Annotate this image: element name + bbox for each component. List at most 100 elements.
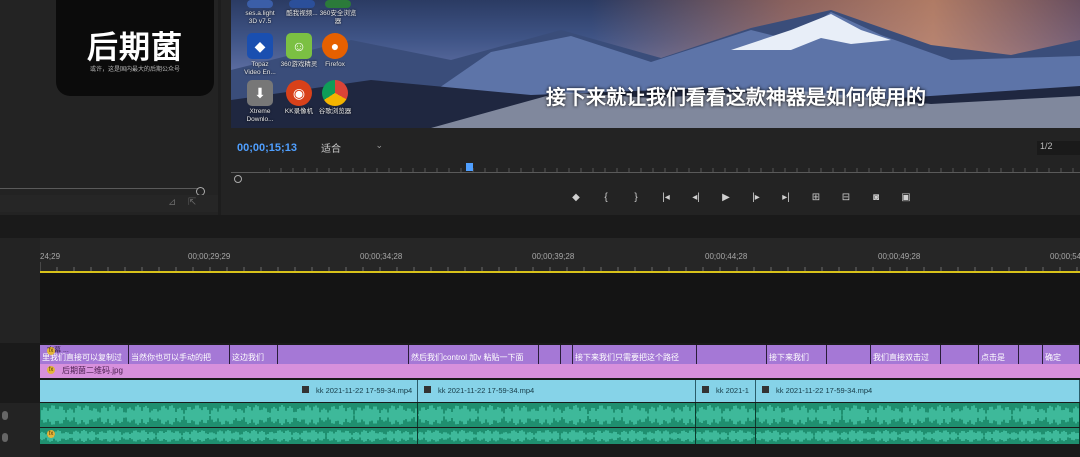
ruler-tick-label: 00;00;54;2 — [1050, 252, 1080, 261]
subtitle-clip[interactable]: 然后我们control 加v 粘贴一下面 — [409, 345, 539, 364]
desktop-icon-chrome[interactable]: 谷歌浏览器 — [308, 80, 362, 116]
step-forward-button[interactable]: |▸ — [741, 190, 771, 206]
audio-waveform — [696, 430, 755, 442]
image-track[interactable] — [40, 364, 1080, 378]
subtitle-track[interactable]: 里我们直接可以复制过 当然你也可以手动的把 这边我们 然后我们control 加v 粘… — [40, 345, 1080, 364]
audio-waveform — [40, 430, 417, 442]
video-clip-name: kk 2021-1 — [716, 386, 749, 395]
subtitle-clip[interactable] — [278, 345, 409, 364]
empty-video-tracks[interactable] — [40, 273, 1080, 343]
program-video-frame[interactable]: ses.a.light 3D v7.5 酷我视频... 360安全浏览 器 ◆ … — [231, 0, 1080, 128]
audio-clip[interactable] — [418, 428, 696, 444]
subtitle-clip-text: 接下来我们 — [769, 353, 809, 362]
zoom-fit-select[interactable]: 适合 ⌄ — [321, 140, 385, 155]
mark-out-button[interactable]: } — [621, 190, 651, 206]
ruler-tick-label: 00;00;44;28 — [705, 252, 748, 261]
clip-thumbnail-icon — [762, 386, 769, 393]
source-settings-icon[interactable]: ⊿ — [168, 197, 176, 208]
subtitle-clip[interactable]: 接下来我们 — [767, 345, 827, 364]
subtitle-clip[interactable]: 点击是 — [979, 345, 1019, 364]
audio-clip[interactable] — [40, 428, 418, 444]
subtitle-clip[interactable] — [827, 345, 871, 364]
ruler-tick-label: 00;00;39;28 — [532, 252, 575, 261]
subtitle-clip[interactable] — [697, 345, 767, 364]
subtitle-clip-text: 这边我们 — [232, 353, 264, 362]
audio-clip[interactable] — [696, 428, 756, 444]
track-header-column — [0, 238, 40, 343]
audio-clip[interactable] — [418, 403, 696, 427]
audio-clip[interactable] — [40, 403, 418, 427]
monitor-playhead[interactable] — [466, 163, 473, 171]
video-clip[interactable]: kk 2021-11-22 17-59-34.mp4 — [40, 380, 418, 402]
monitor-time-ruler[interactable] — [269, 160, 1080, 172]
subtitle-clip[interactable] — [1019, 345, 1043, 364]
video-clip[interactable]: kk 2021-11-22 17-59-34.mp4 — [756, 380, 1080, 402]
source-zoom-track[interactable] — [0, 188, 204, 189]
subtitle-clip[interactable] — [561, 345, 573, 364]
monitor-zoom-handle[interactable] — [234, 175, 242, 183]
add-marker-button[interactable]: ◆ — [561, 190, 591, 206]
extract-button[interactable]: ⊟ — [831, 190, 861, 206]
video-clip[interactable]: kk 2021-11-22 17-59-34.mp4 — [418, 380, 696, 402]
monitor-ruler-baseline — [231, 172, 1080, 173]
audio-clip[interactable] — [696, 403, 756, 427]
image-clip-label: 后期菌二维码.jpg — [62, 366, 123, 375]
subtitle-clip[interactable]: 这边我们 — [230, 345, 278, 364]
subtitle-clip[interactable]: 接下来我们只需要把这个路径 — [573, 345, 697, 364]
ruler-tick-label: 00;00;34;28 — [360, 252, 403, 261]
desktop-icon-label: 360安全浏览 器 — [319, 10, 357, 25]
clip-thumbnail-icon — [302, 386, 309, 393]
chrome-icon — [322, 80, 348, 106]
subtitle-clip[interactable] — [941, 345, 979, 364]
microphone-icon[interactable] — [2, 411, 8, 420]
video-clip-name: kk 2021-11-22 17-59-34.mp4 — [438, 386, 535, 395]
source-export-icon[interactable]: ⇱ — [188, 197, 196, 208]
audio-waveform — [756, 430, 1079, 442]
audio-clip[interactable] — [756, 403, 1080, 427]
subtitle-clip[interactable]: 我们直接双击过 — [871, 345, 941, 364]
app-icon — [247, 0, 273, 8]
subtitle-clip[interactable]: 确定 — [1043, 345, 1080, 364]
video-clip-name: kk 2021-11-22 17-59-34.mp4 — [776, 386, 873, 395]
subtitle-clip-text: 然后我们control 加v 粘贴一下面 — [411, 353, 524, 362]
fx-badge-icon: fx — [47, 366, 55, 374]
desktop-icon-label: Firefox — [325, 61, 345, 68]
go-to-in-button[interactable]: |◂ — [651, 190, 681, 206]
playback-resolution-select[interactable]: 1/2 — [1037, 141, 1080, 155]
video-clip[interactable]: kk 2021-1 — [696, 380, 756, 402]
clip-thumbnail-icon — [424, 386, 431, 393]
lift-button[interactable]: ⊞ — [801, 190, 831, 206]
fx-badge-icon: fx — [47, 347, 55, 355]
subtitle-clip-text: 我们直接双击过 — [873, 353, 929, 362]
go-to-out-button[interactable]: ▸| — [771, 190, 801, 206]
subtitle-clip-text: 点击是 — [981, 353, 1005, 362]
audio-track-2[interactable] — [40, 428, 1080, 444]
program-monitor: ses.a.light 3D v7.5 酷我视频... 360安全浏览 器 ◆ … — [221, 0, 1080, 215]
audio-waveform — [696, 405, 755, 425]
video-track[interactable]: kk 2021-11-22 17-59-34.mp4 kk 2021-11-22 … — [40, 380, 1080, 402]
microphone-icon[interactable] — [2, 433, 8, 442]
desktop-icon-firefox[interactable]: ● Firefox — [308, 33, 362, 69]
ruler-tick-label: 00;00;29;29 — [188, 252, 231, 261]
subtitle-clip[interactable] — [539, 345, 561, 364]
audio-track-1[interactable] — [40, 403, 1080, 427]
video-caption: 接下来就让我们看看这款神器是如何使用的 — [546, 85, 926, 109]
audio-waveform — [756, 405, 1079, 425]
desktop-icon-360browser[interactable]: 360安全浏览 器 — [311, 0, 365, 26]
chevron-down-icon: ⌄ — [375, 140, 383, 150]
step-back-button[interactable]: ◂| — [681, 190, 711, 206]
play-button[interactable]: ▶ — [711, 190, 741, 206]
playhead-timecode[interactable]: 00;00;15;13 — [237, 142, 297, 154]
audio-clip[interactable] — [756, 428, 1080, 444]
subtitle-clip-text: 当然你也可以手动的把 — [131, 353, 211, 362]
camera-icon[interactable]: ◙ — [861, 190, 891, 206]
subtitle-clip[interactable]: 当然你也可以手动的把 — [129, 345, 230, 364]
audio-track-headers — [0, 403, 40, 457]
fx-badge-icon: fx — [47, 430, 55, 438]
video-clip-name: kk 2021-11-22 17-59-34.mp4 — [316, 386, 413, 395]
ruler-tick-label: 24;29 — [40, 252, 61, 261]
logo-card: 后期菌 或许，这是国内最大的后期公众号 — [56, 0, 214, 96]
mark-in-button[interactable]: { — [591, 190, 621, 206]
transport-controls: ◆ { } |◂ ◂| ▶ |▸ ▸| ⊞ ⊟ ◙ ▣ — [561, 190, 921, 206]
comparison-view-button[interactable]: ▣ — [891, 190, 921, 206]
